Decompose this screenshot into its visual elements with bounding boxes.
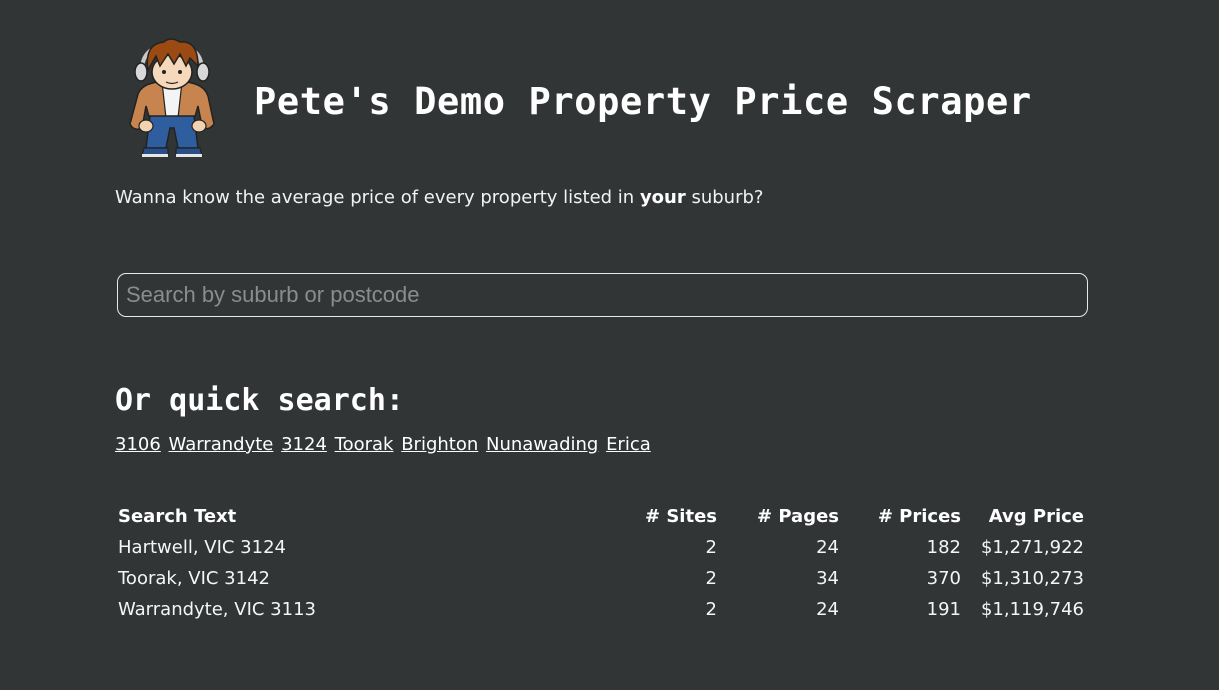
- cell-search-text: Toorak, VIC 3142: [118, 567, 270, 589]
- quick-link-brighton[interactable]: Brighton: [401, 434, 478, 455]
- cell-prices: 182: [926, 536, 961, 558]
- cell-avg-price: $1,310,273: [980, 567, 1084, 589]
- quick-search-links: 3106 Warrandyte 3124 Toorak Brighton Nun…: [115, 434, 653, 455]
- header-sites: # Sites: [644, 505, 717, 527]
- table-row: Hartwell, VIC 3124 2 24 182 $1,271,922: [115, 532, 1087, 563]
- page: Pete's Demo Property Price Scraper Wanna…: [0, 0, 1219, 690]
- intro-text-start: Wanna know the average price of every pr…: [115, 187, 640, 208]
- results-table: Search Text # Sites # Pages # Prices Avg…: [115, 501, 1087, 625]
- table-header-row: Search Text # Sites # Pages # Prices Avg…: [115, 501, 1087, 532]
- table-row: Warrandyte, VIC 3113 2 24 191 $1,119,746: [115, 594, 1087, 625]
- header-pages: # Pages: [756, 505, 839, 527]
- quick-link-nunawading[interactable]: Nunawading: [486, 434, 598, 455]
- intro-text-end: suburb?: [685, 187, 764, 208]
- cell-pages: 34: [816, 567, 839, 589]
- quick-link-warrandyte[interactable]: Warrandyte: [169, 434, 274, 455]
- quick-link-toorak[interactable]: Toorak: [335, 434, 394, 455]
- cell-sites: 2: [705, 536, 717, 558]
- cell-search-text: Hartwell, VIC 3124: [118, 536, 286, 558]
- cell-pages: 24: [816, 598, 839, 620]
- cell-pages: 24: [816, 536, 839, 558]
- header-avg-price: Avg Price: [988, 505, 1084, 527]
- quick-link-3124[interactable]: 3124: [281, 434, 327, 455]
- cell-avg-price: $1,271,922: [980, 536, 1084, 558]
- header-search-text: Search Text: [118, 505, 237, 527]
- intro-text: Wanna know the average price of every pr…: [115, 187, 763, 208]
- cell-prices: 370: [926, 567, 961, 589]
- quick-search-heading: Or quick search:: [115, 383, 404, 418]
- avatar: [129, 38, 215, 157]
- cell-avg-price: $1,119,746: [980, 598, 1084, 620]
- cell-sites: 2: [705, 567, 717, 589]
- cell-prices: 191: [926, 598, 961, 620]
- quick-link-3106[interactable]: 3106: [115, 434, 161, 455]
- header-prices: # Prices: [877, 505, 961, 527]
- table-row: Toorak, VIC 3142 2 34 370 $1,310,273: [115, 563, 1087, 594]
- page-title: Pete's Demo Property Price Scraper: [254, 80, 1032, 123]
- intro-text-emphasis: your: [639, 187, 686, 208]
- search-input[interactable]: [117, 273, 1088, 317]
- header: Pete's Demo Property Price Scraper: [120, 36, 1090, 162]
- cell-sites: 2: [705, 598, 717, 620]
- quick-link-erica[interactable]: Erica: [606, 434, 651, 455]
- cell-search-text: Warrandyte, VIC 3113: [118, 598, 316, 620]
